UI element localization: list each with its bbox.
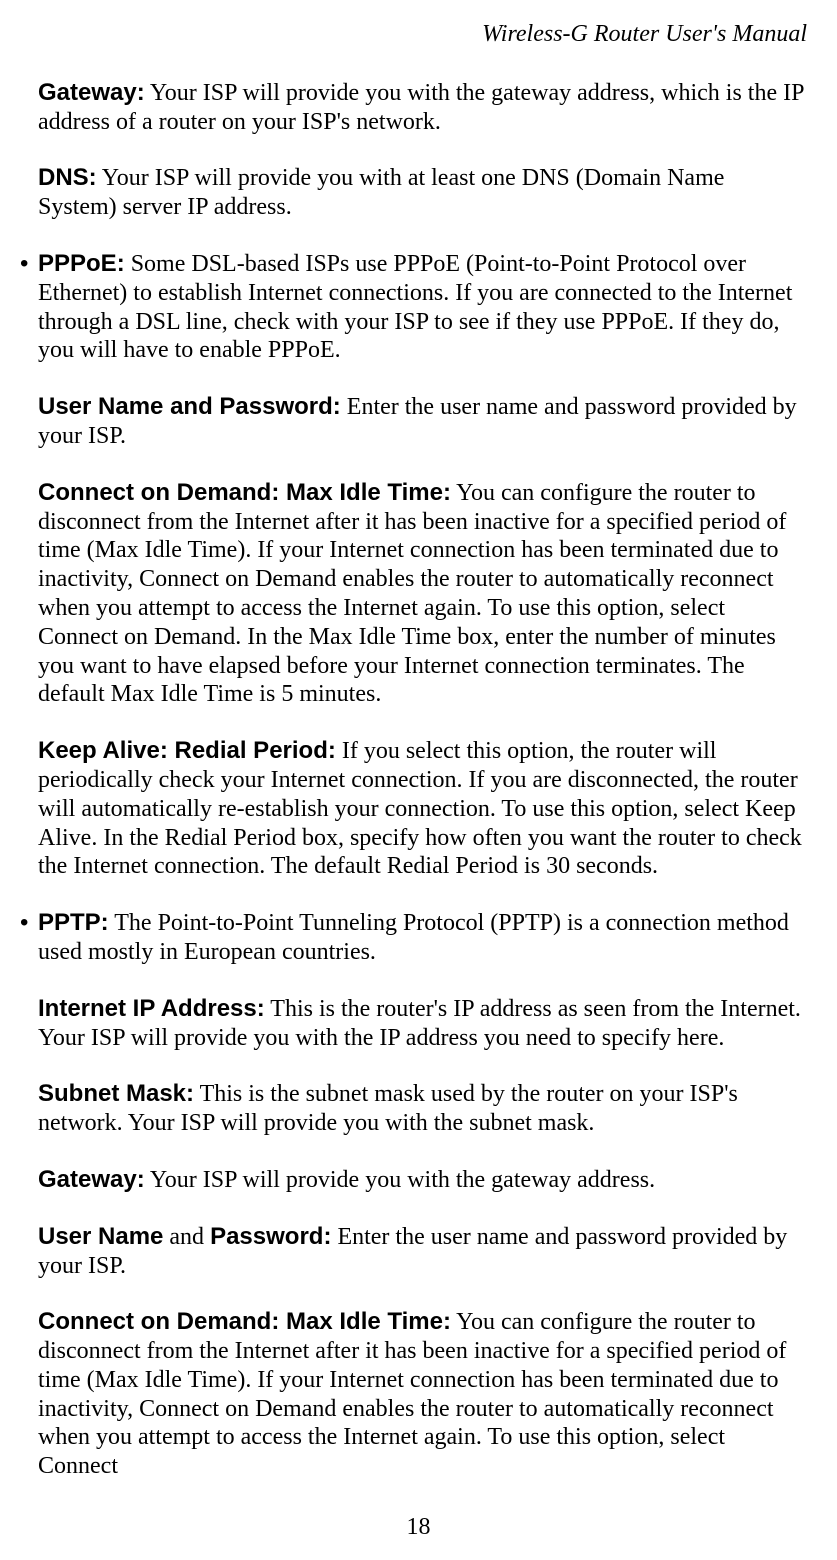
paragraph-gateway: Gateway: Your ISP will provide you with …: [38, 79, 809, 137]
label-pptp: PPTP:: [38, 909, 109, 936]
bullet-icon: •: [20, 250, 28, 279]
label-username-password: User Name and Password:: [38, 393, 341, 420]
text-dns: Your ISP will provide you with at least …: [38, 165, 724, 220]
text-pppoe: Some DSL-based ISPs use PPPoE (Point-to-…: [38, 251, 792, 363]
label-keep-alive: Keep Alive: Redial Period:: [38, 737, 336, 764]
label-password: Password:: [210, 1223, 331, 1250]
paragraph-pppoe: • PPPoE: Some DSL-based ISPs use PPPoE (…: [38, 250, 809, 365]
paragraph-connect-on-demand-1: Connect on Demand: Max Idle Time: You ca…: [38, 479, 809, 709]
label-gateway: Gateway:: [38, 79, 145, 106]
text-gateway-2: Your ISP will provide you with the gatew…: [145, 1167, 655, 1193]
page-header: Wireless-G Router User's Manual: [20, 20, 809, 49]
label-internet-ip: Internet IP Address:: [38, 995, 265, 1022]
text-connect-on-demand-1: You can configure the router to disconne…: [38, 480, 786, 708]
bullet-icon: •: [20, 909, 28, 938]
page-content: Gateway: Your ISP will provide you with …: [20, 79, 809, 1481]
paragraph-username-password: User Name and Password: Enter the user n…: [38, 393, 809, 451]
paragraph-dns: DNS: Your ISP will provide you with at l…: [38, 164, 809, 222]
label-username: User Name: [38, 1223, 163, 1250]
text-gateway: Your ISP will provide you with the gatew…: [38, 80, 804, 135]
label-dns: DNS:: [38, 164, 97, 191]
label-gateway-2: Gateway:: [38, 1166, 145, 1193]
paragraph-internet-ip: Internet IP Address: This is the router'…: [38, 995, 809, 1053]
paragraph-pptp: • PPTP: The Point-to-Point Tunneling Pro…: [38, 909, 809, 967]
label-subnet-mask: Subnet Mask:: [38, 1080, 194, 1107]
label-pppoe: PPPoE:: [38, 250, 125, 277]
paragraph-gateway-2: Gateway: Your ISP will provide you with …: [38, 1166, 809, 1195]
page-number: 18: [0, 1513, 837, 1542]
text-and: and: [163, 1224, 210, 1250]
label-connect-on-demand-1: Connect on Demand: Max Idle Time:: [38, 479, 451, 506]
paragraph-keep-alive: Keep Alive: Redial Period: If you select…: [38, 737, 809, 881]
text-pptp: The Point-to-Point Tunneling Protocol (P…: [38, 910, 789, 965]
paragraph-subnet-mask: Subnet Mask: This is the subnet mask use…: [38, 1080, 809, 1138]
paragraph-username-password-2: User Name and Password: Enter the user n…: [38, 1223, 809, 1281]
paragraph-connect-on-demand-2: Connect on Demand: Max Idle Time: You ca…: [38, 1308, 809, 1481]
label-connect-on-demand-2: Connect on Demand: Max Idle Time:: [38, 1308, 451, 1335]
